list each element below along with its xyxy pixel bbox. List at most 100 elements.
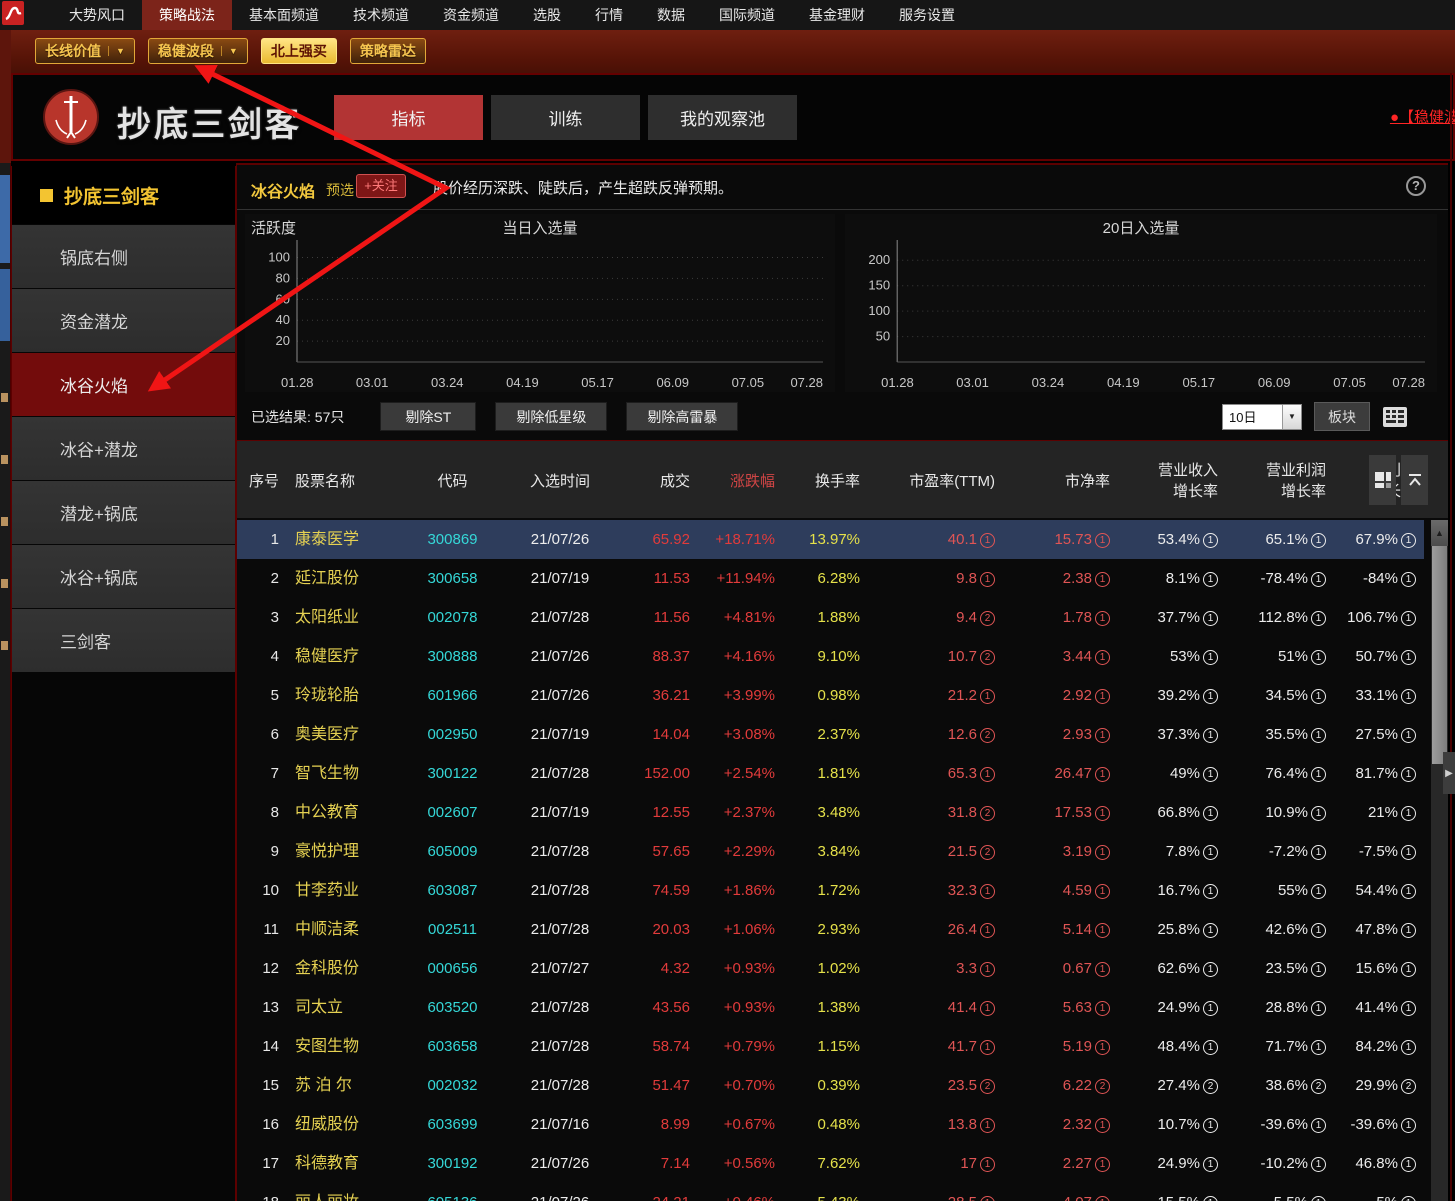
column-header-date[interactable]: 入选时间 xyxy=(500,441,620,519)
table-row[interactable]: 18丽人丽妆60513621/07/2624.21+0.46%5.43%28.5… xyxy=(237,1183,1424,1201)
column-header-change[interactable]: 涨跌幅 xyxy=(698,441,783,519)
scrollbar-up-arrow[interactable]: ▲ xyxy=(1431,520,1448,546)
filter-button-1[interactable]: 剔除ST xyxy=(380,402,476,431)
cell-no: 17 xyxy=(237,1144,287,1183)
table-row[interactable]: 11中顺洁柔00251121/07/2820.03+1.06%2.93%26.4… xyxy=(237,910,1424,949)
cell-change: +2.29% xyxy=(698,832,783,871)
cell-pb: 6.222 xyxy=(1003,1066,1118,1105)
table-row[interactable]: 7智飞生物30012221/07/28152.00+2.54%1.81%65.3… xyxy=(237,754,1424,793)
scrollbar-thumb[interactable] xyxy=(1432,546,1447,764)
cell-revenue: 24.9%1 xyxy=(1118,988,1226,1027)
chevron-down-icon[interactable]: ▼ xyxy=(1282,405,1301,429)
menu-item-9[interactable]: 国际频道 xyxy=(702,0,792,30)
table-row[interactable]: 1康泰医学30086921/07/2665.92+18.71%13.97%40.… xyxy=(237,520,1424,559)
cell-code: 002950 xyxy=(405,715,500,754)
column-header-revenue[interactable]: 营业收入增长率 xyxy=(1118,441,1226,519)
menu-item-2[interactable]: 策略战法 xyxy=(142,0,232,30)
header-tab-1[interactable]: 指标 xyxy=(334,95,483,140)
tile-view-icon[interactable] xyxy=(1369,455,1396,505)
filter-button-2[interactable]: 剔除低星级 xyxy=(495,402,607,431)
cell-net: 41.4%1 xyxy=(1334,988,1424,1027)
vertical-scrollbar[interactable]: ▲ xyxy=(1431,520,1448,1201)
rank-circle-icon: 1 xyxy=(980,923,995,938)
help-icon[interactable]: ? xyxy=(1406,176,1426,196)
cell-net: 21%1 xyxy=(1334,793,1424,832)
table-row[interactable]: 2延江股份30065821/07/1911.53+11.94%6.28%9.81… xyxy=(237,559,1424,598)
menu-item-5[interactable]: 资金频道 xyxy=(426,0,516,30)
rank-circle-icon: 2 xyxy=(980,611,995,626)
cell-pe: 171 xyxy=(868,1144,1003,1183)
filter-button-3[interactable]: 剔除高雷暴 xyxy=(626,402,738,431)
header-tab-2[interactable]: 训练 xyxy=(491,95,640,140)
dropdown-caret-icon[interactable]: ▼ xyxy=(108,46,125,56)
cell-revenue: 25.8%1 xyxy=(1118,910,1226,949)
menu-item-1[interactable]: 大势风口 xyxy=(52,0,142,30)
column-header-op[interactable]: 营业利润增长率 xyxy=(1226,441,1334,519)
dropdown-caret-icon[interactable]: ▼ xyxy=(221,46,238,56)
menu-item-4[interactable]: 技术频道 xyxy=(336,0,426,30)
preselect-link[interactable]: 预选 xyxy=(326,180,354,200)
table-row[interactable]: 8中公教育00260721/07/1912.55+2.37%3.48%31.82… xyxy=(237,793,1424,832)
rank-circle-icon: 2 xyxy=(1203,1079,1218,1094)
sidebar-item-5[interactable]: 潜龙+锅底 xyxy=(12,481,235,544)
cell-turnover: 13.97% xyxy=(783,520,868,559)
menu-item-8[interactable]: 数据 xyxy=(640,0,702,30)
table-row[interactable]: 6奥美医疗00295021/07/1914.04+3.08%2.37%12.62… xyxy=(237,715,1424,754)
cell-op: 38.6%2 xyxy=(1226,1066,1334,1105)
quick-button-1[interactable]: 长线价值▼ xyxy=(35,38,135,64)
panel-expander-arrow[interactable]: ▶ xyxy=(1443,752,1455,794)
table-row[interactable]: 15苏 泊 尔00203221/07/2851.47+0.70%0.39%23.… xyxy=(237,1066,1424,1105)
cell-pe: 21.52 xyxy=(868,832,1003,871)
column-header-price[interactable]: 成交 xyxy=(620,441,698,519)
rank-circle-icon: 1 xyxy=(1203,650,1218,665)
quick-button-2[interactable]: 稳健波段▼ xyxy=(148,38,248,64)
table-row[interactable]: 9豪悦护理60500921/07/2857.65+2.29%3.84%21.52… xyxy=(237,832,1424,871)
column-header-code[interactable]: 代码 xyxy=(405,441,500,519)
grid-view-icon[interactable] xyxy=(1382,405,1408,429)
sector-button[interactable]: 板块 xyxy=(1314,402,1370,431)
table-row[interactable]: 3太阳纸业00207821/07/2811.56+4.81%1.88%9.421… xyxy=(237,598,1424,637)
rank-circle-icon: 1 xyxy=(980,572,995,587)
header-tab-3[interactable]: 我的观察池 xyxy=(648,95,797,140)
quick-button-3[interactable]: 北上强买 xyxy=(261,38,337,64)
cell-net: 106.7%1 xyxy=(1334,598,1424,637)
header-right-link[interactable]: ●【稳健波 xyxy=(1390,106,1455,127)
table-row[interactable]: 17科德教育30019221/07/267.14+0.56%7.62%1712.… xyxy=(237,1144,1424,1183)
column-header-turnover[interactable]: 换手率 xyxy=(783,441,868,519)
sidebar-item-3[interactable]: 冰谷火焰 xyxy=(12,353,235,416)
rank-circle-icon: 1 xyxy=(1401,728,1416,743)
menu-item-10[interactable]: 基金理财 xyxy=(792,0,882,30)
period-select[interactable]: 10日 ▼ xyxy=(1222,404,1302,430)
rank-circle-icon: 1 xyxy=(1095,845,1110,860)
cell-date: 21/07/28 xyxy=(500,598,620,637)
menu-item-6[interactable]: 选股 xyxy=(516,0,578,30)
follow-button[interactable]: +关注 xyxy=(356,174,406,198)
table-row[interactable]: 5玲珑轮胎60196621/07/2636.21+3.99%0.98%21.21… xyxy=(237,676,1424,715)
sidebar-item-2[interactable]: 资金潜龙 xyxy=(12,289,235,352)
cell-change: +18.71% xyxy=(698,520,783,559)
rank-circle-icon: 2 xyxy=(1095,1079,1110,1094)
sidebar-item-1[interactable]: 锅底右侧 xyxy=(12,225,235,288)
sidebar-item-4[interactable]: 冰谷+潜龙 xyxy=(12,417,235,480)
cell-name: 金科股份 xyxy=(287,949,405,988)
collapse-up-icon[interactable] xyxy=(1401,455,1428,505)
rank-circle-icon: 1 xyxy=(1401,611,1416,626)
table-row[interactable]: 13司太立60352021/07/2843.56+0.93%1.38%41.41… xyxy=(237,988,1424,1027)
menu-item-3[interactable]: 基本面频道 xyxy=(232,0,336,30)
table-row[interactable]: 4稳健医疗30088821/07/2688.37+4.16%9.10%10.72… xyxy=(237,637,1424,676)
column-header-name[interactable]: 股票名称 xyxy=(287,441,405,519)
menu-item-11[interactable]: 服务设置 xyxy=(882,0,972,30)
column-header-no[interactable]: 序号 xyxy=(237,441,287,519)
table-row[interactable]: 14安图生物60365821/07/2858.74+0.79%1.15%41.7… xyxy=(237,1027,1424,1066)
column-header-pb[interactable]: 市净率 xyxy=(1003,441,1118,519)
sidebar-item-7[interactable]: 三剑客 xyxy=(12,609,235,672)
rank-circle-icon: 1 xyxy=(1401,845,1416,860)
table-row[interactable]: 12金科股份00065621/07/274.32+0.93%1.02%3.310… xyxy=(237,949,1424,988)
table-row[interactable]: 16纽威股份60369921/07/168.99+0.67%0.48%13.81… xyxy=(237,1105,1424,1144)
quick-button-4[interactable]: 策略雷达 xyxy=(350,38,426,64)
menu-item-7[interactable]: 行情 xyxy=(578,0,640,30)
table-row[interactable]: 10甘李药业60308721/07/2874.59+1.86%1.72%32.3… xyxy=(237,871,1424,910)
column-header-pe[interactable]: 市盈率(TTM) xyxy=(868,441,1003,519)
sidebar-item-6[interactable]: 冰谷+锅底 xyxy=(12,545,235,608)
cell-pb: 15.731 xyxy=(1003,520,1118,559)
